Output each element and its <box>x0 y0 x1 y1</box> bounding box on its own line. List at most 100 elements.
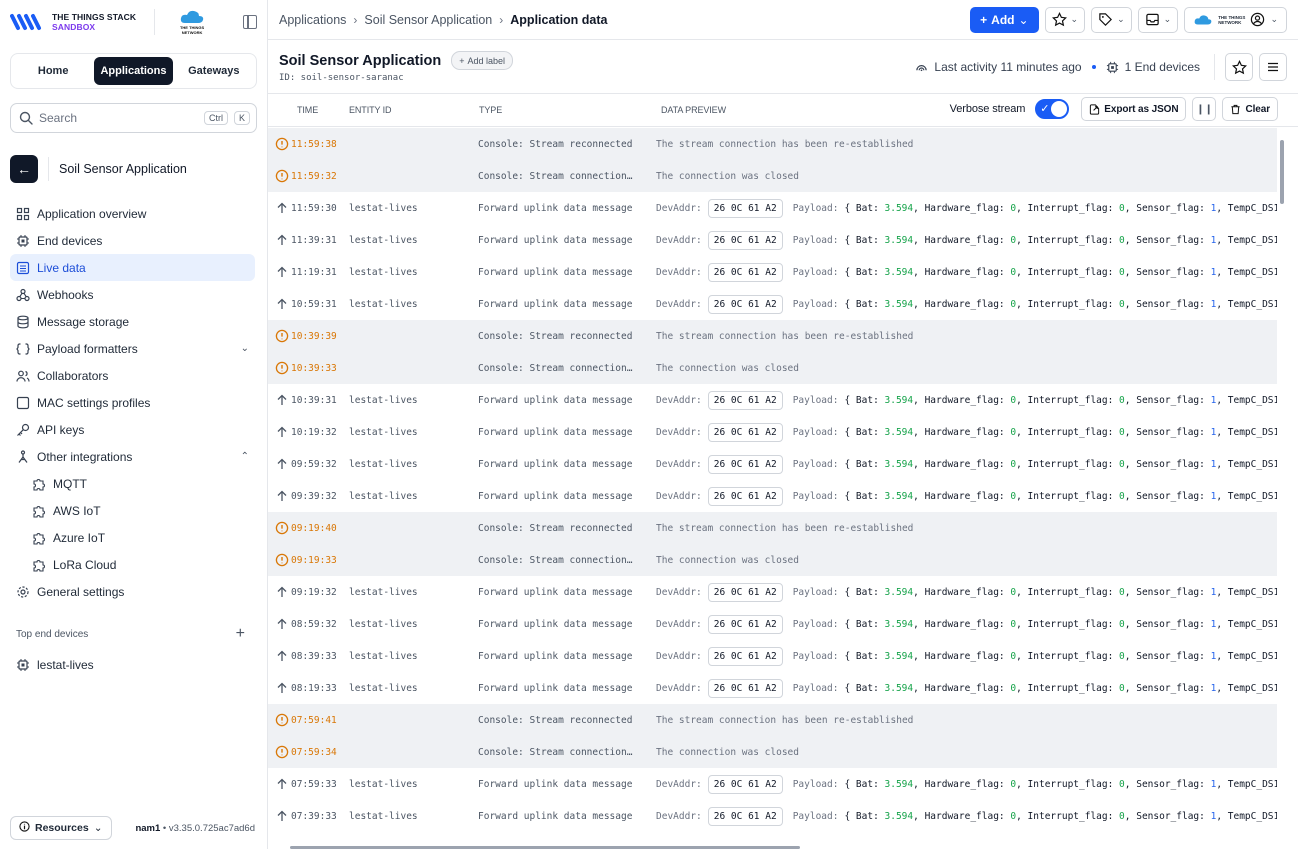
table-row[interactable]: 11:39:31 lestat-lives Forward uplink data … <box>268 224 1277 256</box>
table-row[interactable]: 09:39:32 lestat-lives Forward uplink data … <box>268 480 1277 512</box>
cloud-icon <box>1194 14 1212 24</box>
sidebar-item-mac-settings-profiles[interactable]: MAC settings profiles <box>10 389 255 416</box>
devaddr-value[interactable]: 26 0C 61 A2 <box>707 198 783 218</box>
row-type: Forward uplink data message <box>478 426 633 438</box>
table-row[interactable]: 08:39:33 lestat-lives Forward uplink data … <box>268 640 1277 672</box>
devaddr-value[interactable]: 26 0C 61 A2 <box>707 486 783 506</box>
sidebar-item-lora-cloud[interactable]: LoRa Cloud <box>10 551 255 578</box>
table-row[interactable]: 07:59:41 Console: Stream reconnected The s… <box>268 704 1277 736</box>
table-row[interactable]: 10:19:32 lestat-lives Forward uplink data … <box>268 416 1277 448</box>
notifications-dropdown[interactable]: ⌄ <box>1137 6 1179 33</box>
devaddr-value[interactable]: 26 0C 61 A2 <box>707 614 783 634</box>
devaddr-value[interactable]: 26 0C 61 A2 <box>707 582 783 602</box>
vertical-scrollbar[interactable] <box>1280 140 1284 204</box>
bookmark-button[interactable] <box>1225 53 1253 81</box>
sidebar-item-aws-iot[interactable]: AWS IoT <box>10 497 255 524</box>
table-row[interactable]: 09:19:32 lestat-lives Forward uplink data … <box>268 576 1277 608</box>
sidebar-item-end-devices[interactable]: End devices <box>10 227 255 254</box>
table-row[interactable]: 07:59:34 Console: Stream connection close… <box>268 736 1277 768</box>
table-row[interactable]: 11:59:30 lestat-lives Forward uplink data … <box>268 192 1277 224</box>
table-row[interactable]: 07:59:33 lestat-lives Forward uplink data … <box>268 768 1277 800</box>
table-row[interactable]: 09:59:32 lestat-lives Forward uplink data … <box>268 448 1277 480</box>
back-button[interactable]: ← <box>10 155 38 183</box>
table-row[interactable]: 08:19:33 lestat-lives Forward uplink data … <box>268 672 1277 704</box>
row-type: Forward uplink data message <box>478 650 633 662</box>
user-dropdown[interactable]: THE THINGS NETWORK ⌄ <box>1184 6 1287 33</box>
row-entity: lestat-lives <box>349 202 418 214</box>
webhook-icon <box>16 288 30 302</box>
switcher-gateways[interactable]: Gateways <box>175 57 253 85</box>
sidebar-item-api-keys[interactable]: API keys <box>10 416 255 443</box>
devaddr-value[interactable]: 26 0C 61 A2 <box>707 806 783 826</box>
devaddr-value[interactable]: 26 0C 61 A2 <box>707 774 783 794</box>
table-row[interactable]: 11:19:31 lestat-lives Forward uplink data … <box>268 256 1277 288</box>
table-row[interactable]: 09:19:40 Console: Stream reconnected The s… <box>268 512 1277 544</box>
breadcrumb-application[interactable]: Soil Sensor Application <box>364 13 492 27</box>
search-input[interactable]: Search Ctrl K <box>10 103 257 133</box>
payload-key-bat: Bat: <box>855 202 885 214</box>
devaddr-value[interactable]: 26 0C 61 A2 <box>707 294 783 314</box>
menu-button[interactable] <box>1259 53 1287 81</box>
table-row[interactable]: 07:39:33 lestat-lives Forward uplink data … <box>268 800 1277 832</box>
payload-label: Payload: <box>792 426 839 438</box>
switcher-home[interactable]: Home <box>14 57 92 85</box>
arrow-up-icon <box>275 297 289 311</box>
labels-dropdown[interactable]: ⌄ <box>1091 6 1132 33</box>
breadcrumb-applications[interactable]: Applications <box>279 13 346 27</box>
devaddr-value[interactable]: 26 0C 61 A2 <box>707 262 783 282</box>
devaddr-value[interactable]: 26 0C 61 A2 <box>707 454 783 474</box>
payload-open: { <box>844 298 856 310</box>
sidebar-item-collaborators[interactable]: Collaborators <box>10 362 255 389</box>
payload-key-int: , Interrupt_flag: <box>1016 266 1120 278</box>
pause-button[interactable]: ❙❙ <box>1192 97 1217 121</box>
devaddr-value[interactable]: 26 0C 61 A2 <box>707 422 783 442</box>
add-label-button[interactable]: + Add label <box>451 51 514 70</box>
sidebar-nav: Application overview End devices Live da… <box>0 200 267 605</box>
sidebar-collapse-icon[interactable] <box>243 15 257 29</box>
table-actions: Verbose stream ✓ Export as JSON ❙❙ Clear <box>950 97 1278 121</box>
sidebar-item-azure-iot[interactable]: Azure IoT <box>10 524 255 551</box>
table-row[interactable]: 08:59:32 lestat-lives Forward uplink data … <box>268 608 1277 640</box>
add-button[interactable]: + Add ⌄ <box>970 6 1039 33</box>
payload-key-bat: Bat: <box>855 682 885 694</box>
bookmarks-dropdown[interactable]: ⌄ <box>1044 6 1086 33</box>
payload-val-bat: 3.594 <box>884 458 914 470</box>
clear-button[interactable]: Clear <box>1222 97 1278 121</box>
arrow-up-icon <box>275 393 289 407</box>
table-row[interactable]: 11:59:32 Console: Stream connection close… <box>268 160 1277 192</box>
table-row[interactable]: 10:39:33 Console: Stream connection close… <box>268 352 1277 384</box>
sidebar-item-other-integrations[interactable]: Other integrations ⌃ <box>10 443 255 470</box>
the-things-stack-logo[interactable]: THE THINGS STACK SANDBOX <box>10 12 136 32</box>
sidebar-item-mqtt[interactable]: MQTT <box>10 470 255 497</box>
row-time: 07:39:33 <box>291 810 337 822</box>
sidebar-item-live-data[interactable]: Live data <box>10 254 255 281</box>
sidebar-item-top-device[interactable]: lestat-lives <box>10 651 255 678</box>
sidebar-item-general-settings[interactable]: General settings <box>10 578 255 605</box>
verbose-toggle[interactable]: ✓ <box>1035 99 1070 119</box>
devaddr-value[interactable]: 26 0C 61 A2 <box>707 230 783 250</box>
table-row[interactable]: 10:39:31 lestat-lives Forward uplink data … <box>268 384 1277 416</box>
sidebar-item-payload-formatters[interactable]: Payload formatters ⌄ <box>10 335 255 362</box>
switcher-applications[interactable]: Applications <box>94 57 173 85</box>
sidebar-item-message-storage[interactable]: Message storage <box>10 308 255 335</box>
row-type: Console: Stream reconnected <box>478 330 633 342</box>
devaddr-value[interactable]: 26 0C 61 A2 <box>707 390 783 410</box>
trash-icon <box>1231 104 1241 114</box>
table-row[interactable]: 10:39:39 Console: Stream reconnected The s… <box>268 320 1277 352</box>
devaddr-value[interactable]: 26 0C 61 A2 <box>707 646 783 666</box>
row-time: 10:39:33 <box>291 362 337 374</box>
payload-key-int: , Interrupt_flag: <box>1016 298 1120 310</box>
devaddr-value[interactable]: 26 0C 61 A2 <box>707 678 783 698</box>
status-dot <box>1091 65 1096 69</box>
sidebar-item-webhooks[interactable]: Webhooks <box>10 281 255 308</box>
sidebar-item-application-overview[interactable]: Application overview <box>10 200 255 227</box>
table-row[interactable]: 11:59:38 Console: Stream reconnected The s… <box>268 128 1277 160</box>
end-devices-count[interactable]: 1 End devices <box>1125 60 1200 74</box>
table-row[interactable]: 09:19:33 Console: Stream connection close… <box>268 544 1277 576</box>
export-json-button[interactable]: Export as JSON <box>1081 97 1187 121</box>
resources-button[interactable]: Resources ⌄ <box>10 816 112 840</box>
table-row[interactable]: 10:59:31 lestat-lives Forward uplink data … <box>268 288 1277 320</box>
payload-val-bat: 3.594 <box>884 298 914 310</box>
plus-icon[interactable]: + <box>236 625 245 643</box>
payload-key-temp: , TempC_DS18 <box>1216 234 1277 246</box>
